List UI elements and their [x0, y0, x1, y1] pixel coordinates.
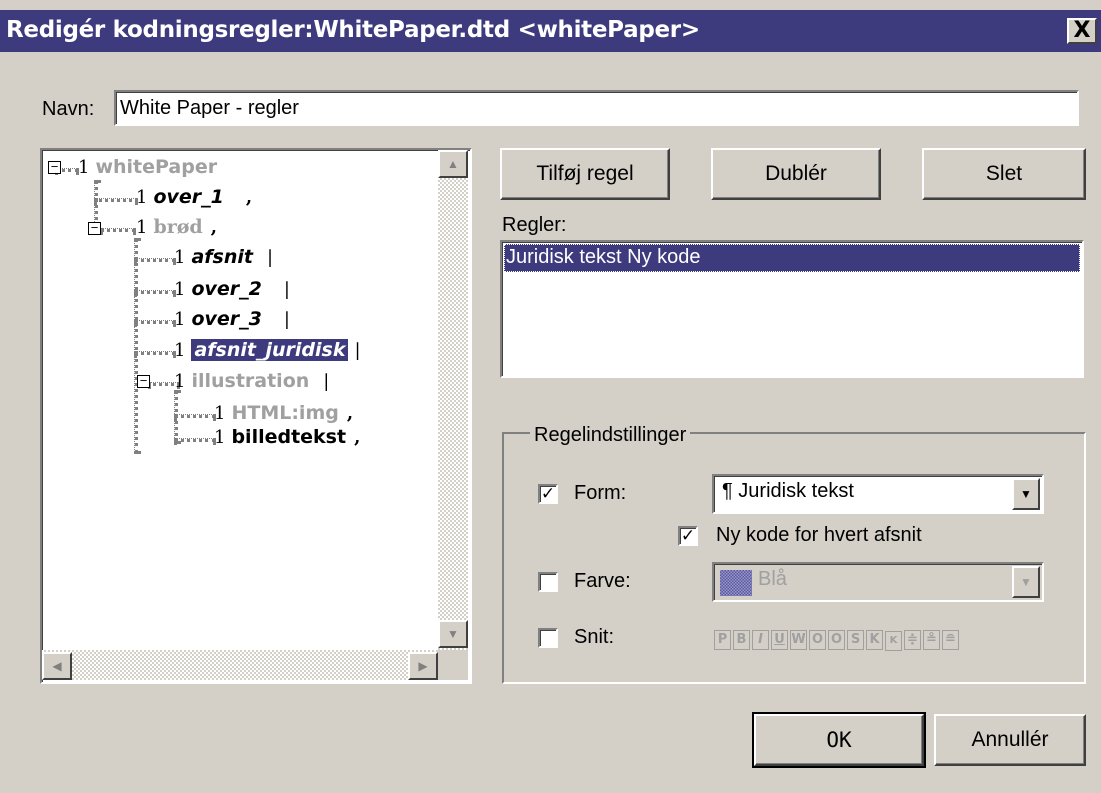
- cut-label: Snit:: [574, 626, 615, 648]
- delete-button-label: Slet: [985, 162, 1023, 185]
- color-label: Farve:: [574, 570, 631, 592]
- cut-checkbox[interactable]: [538, 628, 558, 648]
- strikethrough-style-button[interactable]: S: [847, 630, 864, 650]
- color-swatch: [720, 570, 752, 596]
- rule-settings-legend: Regelindstillinger: [530, 424, 691, 447]
- name-input-value: White Paper - regler: [120, 97, 299, 119]
- bold-style-button[interactable]: B: [733, 630, 750, 650]
- form-checkbox[interactable]: ✓: [538, 484, 558, 504]
- all-caps-style-button[interactable]: K: [866, 630, 883, 650]
- duplicate-button-label: Dublér: [765, 162, 827, 185]
- word-underline-style-button[interactable]: W: [790, 630, 807, 650]
- tree-vertical-scrollbar[interactable]: [438, 150, 468, 650]
- color-checkbox[interactable]: [538, 572, 558, 592]
- cancel-button[interactable]: Annullér: [934, 714, 1086, 766]
- color-dropdown-value: Blå: [758, 568, 787, 590]
- tree-node-brod[interactable]: 1 brød,: [136, 216, 217, 238]
- superscript-style-button[interactable]: ≑: [904, 630, 921, 650]
- cancel-button-label: Annullér: [971, 728, 1049, 751]
- rules-list[interactable]: Juridisk tekst Ny kode: [500, 240, 1084, 378]
- style-button-row: P B I U W O O S K K ≑ ≗ ≘: [714, 626, 961, 651]
- tree-node-illustration[interactable]: 1 illustration |: [174, 370, 329, 392]
- title-bar: Redigér kodningsregler:WhitePaper.dtd <w…: [0, 10, 1101, 52]
- rules-label: Regler:: [502, 214, 567, 236]
- tree-node-billedtekst[interactable]: 1 billedtekst,: [214, 426, 360, 448]
- delete-button[interactable]: Slet: [922, 148, 1086, 200]
- form-dropdown[interactable]: ¶ Juridisk tekst ▼: [712, 474, 1044, 514]
- scroll-right-button[interactable]: ▶: [408, 652, 438, 680]
- italic-style-button[interactable]: I: [752, 630, 769, 650]
- rules-list-item-label: Juridisk tekst Ny kode: [506, 246, 701, 268]
- shadow-style-button[interactable]: O: [828, 630, 845, 650]
- tree-node-whitepaper[interactable]: 1 whitePaper: [78, 156, 217, 178]
- add-rule-button[interactable]: Tilføj regel: [500, 148, 670, 200]
- underline-style-button[interactable]: U: [771, 630, 788, 650]
- color-dropdown[interactable]: Blå ▼: [712, 562, 1044, 602]
- close-button[interactable]: X: [1067, 18, 1097, 44]
- tree-node-over-3[interactable]: 1 over_3 |: [174, 308, 290, 330]
- collapse-icon[interactable]: −: [48, 160, 61, 174]
- tree-node-afsnit[interactable]: 1 afsnit |: [174, 246, 273, 268]
- chevron-down-icon[interactable]: ▼: [1012, 566, 1040, 598]
- form-dropdown-value: ¶ Juridisk tekst: [722, 480, 854, 502]
- subscript-style-button[interactable]: ≗: [923, 630, 940, 650]
- outline-style-button[interactable]: O: [809, 630, 826, 650]
- tree-node-html-img[interactable]: 1 HTML:img,: [214, 402, 353, 424]
- rules-list-item[interactable]: Juridisk tekst Ny kode: [504, 244, 1080, 272]
- scroll-down-button[interactable]: ▼: [438, 620, 468, 648]
- scroll-left-button[interactable]: ◀: [42, 652, 72, 680]
- tree-node-over-1[interactable]: 1 over_1,: [136, 186, 252, 208]
- name-input[interactable]: White Paper - regler: [114, 90, 1079, 126]
- ok-button-label: OK: [826, 728, 852, 752]
- selected-node-label: afsnit_juridisk: [190, 338, 350, 362]
- add-rule-button-label: Tilføj regel: [536, 162, 634, 185]
- superior-style-button[interactable]: ≘: [942, 630, 959, 650]
- tree-node-afsnit-juridisk[interactable]: 1 afsnit_juridisk |: [174, 338, 361, 362]
- collapse-icon[interactable]: −: [137, 374, 150, 388]
- duplicate-button[interactable]: Dublér: [711, 148, 881, 200]
- dialog-title: Redigér kodningsregler:WhitePaper.dtd <w…: [6, 17, 700, 43]
- tree-node-over-2[interactable]: 1 over_2 |: [174, 278, 290, 300]
- element-tree[interactable]: ▲ ▼ ◀ ▶ − − − 1 whitePaper 1 over_1, 1 brød…: [40, 148, 472, 684]
- small-caps-style-button[interactable]: K: [885, 631, 902, 651]
- chevron-down-icon[interactable]: ▼: [1012, 478, 1040, 510]
- plain-style-button[interactable]: P: [714, 630, 731, 650]
- new-code-label: Ny kode for hvert afsnit: [716, 524, 922, 546]
- ok-button[interactable]: OK: [752, 712, 926, 768]
- scroll-up-button[interactable]: ▲: [438, 150, 468, 178]
- scrollbar-corner: [438, 650, 468, 680]
- form-label: Form:: [574, 482, 627, 504]
- collapse-icon[interactable]: −: [88, 221, 101, 235]
- name-label: Navn:: [42, 98, 95, 120]
- new-code-checkbox[interactable]: ✓: [678, 526, 698, 546]
- tree-horizontal-scrollbar[interactable]: [42, 650, 438, 680]
